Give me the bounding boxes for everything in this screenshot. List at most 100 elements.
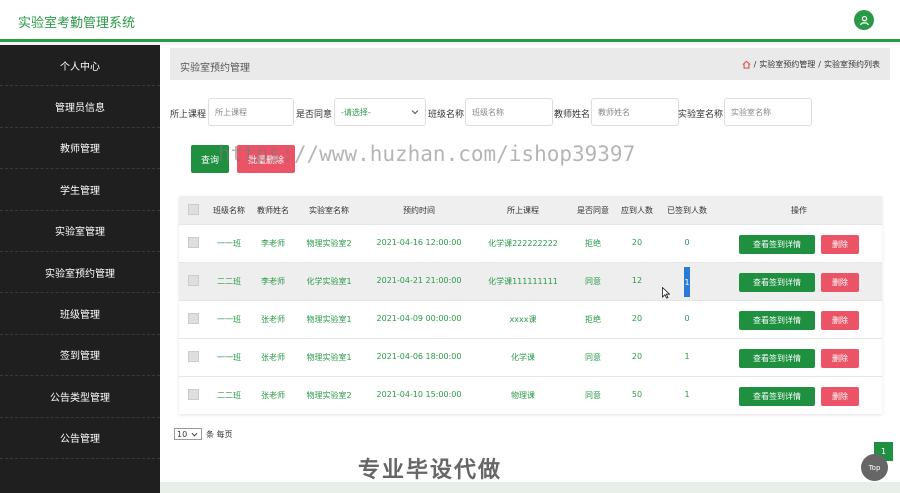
agree-select[interactable]: -请选择- — [334, 98, 426, 126]
col-course: 所上课程 — [507, 206, 539, 215]
cell-time: 2021-04-10 15:00:00 — [376, 390, 462, 399]
agree-label: 是否同意 — [296, 110, 333, 120]
cell-time: 2021-04-06 18:00:00 — [376, 352, 462, 361]
col-time: 预约时间 — [403, 206, 435, 215]
cell-expected: 20 — [631, 352, 643, 361]
pagination-size: 10 条 每页 — [174, 428, 233, 440]
page-size-value: 10 — [177, 429, 188, 439]
sidebar-item-lab[interactable]: 实验室管理 — [0, 211, 160, 252]
cell-class: 一一班 — [217, 315, 241, 324]
agree-select-value: -请选择- — [341, 107, 371, 117]
cell-teacher: 张老师 — [261, 315, 285, 324]
page-size-suffix: 条 每页 — [206, 429, 233, 439]
cell-class: 二二班 — [217, 277, 241, 286]
top-header: 实验室考勤管理系统 — [0, 0, 900, 42]
home-icon[interactable] — [742, 60, 751, 69]
sidebar-item-teacher[interactable]: 教师管理 — [0, 128, 160, 170]
teacher-input[interactable]: 教师姓名 — [591, 98, 679, 126]
col-teacher: 教师姓名 — [257, 206, 289, 215]
table-row: 二二班 李老师 化学实验室1 2021-04-21 21:00:00 化学课11… — [179, 262, 882, 300]
sidebar-item-student[interactable]: 学生管理 — [0, 169, 160, 211]
row-checkbox[interactable] — [188, 237, 199, 248]
cell-signed: 1 — [684, 390, 690, 399]
row-checkbox[interactable] — [188, 351, 199, 362]
sidebar-item-notice[interactable]: 公告管理 — [0, 418, 160, 459]
row-checkbox[interactable] — [188, 275, 199, 286]
chevron-down-icon — [191, 432, 198, 436]
table-row: 一一班 张老师 物理实验室1 2021-04-09 00:00:00 xxxx课… — [179, 300, 882, 338]
app-title: 实验室考勤管理系统 — [18, 16, 136, 31]
cell-lab: 物理实验室2 — [306, 239, 352, 248]
col-class: 班级名称 — [213, 206, 245, 215]
user-avatar-button[interactable] — [854, 10, 874, 30]
cell-course: 化学课222222222 — [488, 239, 558, 248]
col-expected: 应到人数 — [621, 206, 653, 215]
cell-expected: 20 — [631, 238, 643, 247]
col-lab: 实验室名称 — [309, 206, 349, 215]
cell-agree: 同意 — [585, 391, 601, 400]
sidebar-item-admin[interactable]: 管理员信息 — [0, 86, 160, 128]
cell-teacher: 张老师 — [261, 353, 285, 362]
cell-time: 2021-04-16 12:00:00 — [376, 238, 462, 247]
filter-bar: 所上课程 所上课程 是否同意 -请选择- 班级名称 班级名称 教师姓名 教师姓名… — [170, 98, 890, 126]
cell-time: 2021-04-21 21:00:00 — [376, 276, 462, 285]
cell-lab: 物理实验室2 — [306, 391, 352, 400]
lab-label: 实验室名称 — [678, 110, 724, 120]
cell-time: 2021-04-09 00:00:00 — [376, 314, 462, 323]
table-header: 班级名称 教师姓名 实验室名称 预约时间 所上课程 是否同意 应到人数 已签到人… — [179, 196, 882, 224]
teacher-label: 教师姓名 — [554, 110, 591, 120]
sidebar-item-profile[interactable]: 个人中心 — [0, 45, 160, 87]
delete-button[interactable]: 删除 — [821, 349, 859, 368]
row-checkbox[interactable] — [188, 313, 199, 324]
back-to-top-button[interactable]: Top — [861, 454, 888, 481]
class-input[interactable]: 班级名称 — [465, 98, 553, 126]
sidebar-item-class[interactable]: 班级管理 — [0, 293, 160, 335]
view-signin-detail-button[interactable]: 查看签到详情 — [739, 235, 815, 254]
class-label: 班级名称 — [428, 110, 465, 120]
breadcrumb-item-booking[interactable]: 实验室预约管理 — [759, 59, 815, 70]
cell-teacher: 李老师 — [261, 239, 285, 248]
table-row: 二二班 张老师 物理实验室2 2021-04-10 15:00:00 物理课 同… — [179, 376, 882, 414]
col-agree: 是否同意 — [577, 206, 609, 215]
cell-course: xxxx课 — [509, 315, 537, 324]
cell-lab: 物理实验室1 — [306, 353, 352, 362]
view-signin-detail-button[interactable]: 查看签到详情 — [739, 273, 815, 292]
footer-strip — [160, 482, 900, 493]
delete-button[interactable]: 删除 — [821, 235, 859, 254]
page-size-select[interactable]: 10 — [174, 428, 202, 440]
cell-signed: 0 — [684, 314, 690, 323]
sidebar-item-lab-booking[interactable]: 实验室预约管理 — [0, 252, 160, 294]
promo-text: 专业毕设代做 — [358, 458, 503, 483]
cell-class: 一一班 — [217, 239, 241, 248]
cell-class: 一一班 — [217, 353, 241, 362]
user-icon — [859, 15, 869, 25]
delete-button[interactable]: 删除 — [821, 273, 859, 292]
cell-signed-selected[interactable]: 1 — [684, 267, 690, 297]
delete-button[interactable]: 删除 — [821, 311, 859, 330]
cell-course: 化学课 — [511, 353, 535, 362]
booking-table: 班级名称 教师姓名 实验室名称 预约时间 所上课程 是否同意 应到人数 已签到人… — [179, 196, 882, 414]
cell-class: 二二班 — [217, 391, 241, 400]
col-signed: 已签到人数 — [667, 206, 707, 215]
sidebar-item-notice-type[interactable]: 公告类型管理 — [0, 376, 160, 418]
table-row: 一一班 李老师 物理实验室2 2021-04-16 12:00:00 化学课22… — [179, 224, 882, 262]
view-signin-detail-button[interactable]: 查看签到详情 — [739, 349, 815, 368]
cell-lab: 物理实验室1 — [306, 315, 352, 324]
sidebar-item-signin[interactable]: 签到管理 — [0, 335, 160, 377]
cell-signed: 1 — [684, 352, 690, 361]
course-input[interactable]: 所上课程 — [208, 98, 294, 126]
select-all-checkbox[interactable] — [188, 204, 199, 215]
cell-agree: 同意 — [585, 353, 601, 362]
cell-teacher: 李老师 — [261, 277, 285, 286]
view-signin-detail-button[interactable]: 查看签到详情 — [739, 387, 815, 406]
cell-expected: 12 — [631, 276, 643, 285]
chevron-down-icon — [411, 110, 419, 115]
lab-input[interactable]: 实验室名称 — [724, 98, 812, 126]
cell-agree: 拒绝 — [585, 239, 601, 248]
cell-course: 化学课111111111 — [488, 277, 558, 286]
delete-button[interactable]: 删除 — [821, 387, 859, 406]
title-bar: 实验室预约管理 / 实验室预约管理 / 实验室预约列表 — [170, 48, 890, 80]
cell-course: 物理课 — [511, 391, 535, 400]
view-signin-detail-button[interactable]: 查看签到详情 — [739, 311, 815, 330]
row-checkbox[interactable] — [188, 389, 199, 400]
